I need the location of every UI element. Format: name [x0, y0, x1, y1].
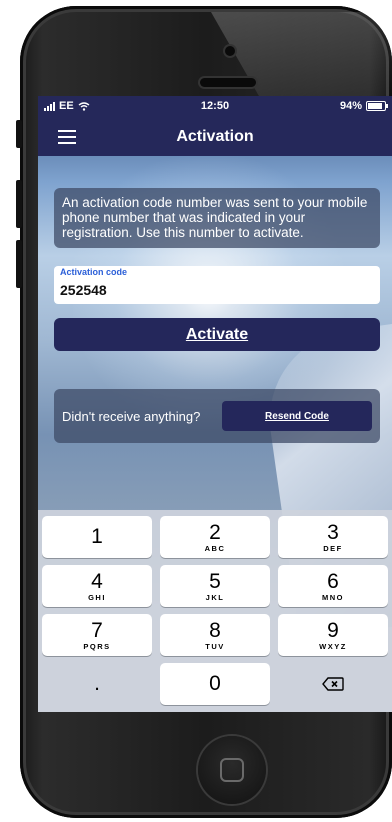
home-button[interactable] [198, 736, 266, 804]
key-number: 0 [209, 672, 221, 695]
status-bar: EE 12:50 94% [38, 96, 392, 118]
key-decimal[interactable]: . [42, 663, 152, 705]
key-number: . [94, 672, 100, 695]
key-letters: DEF [323, 544, 343, 553]
key-3[interactable]: 3 DEF [278, 516, 388, 558]
battery-percent: 94% [339, 100, 362, 112]
activate-button[interactable]: Activate [54, 318, 380, 351]
activation-code-input[interactable] [60, 282, 360, 298]
battery-icon [366, 101, 388, 111]
backspace-icon [322, 677, 344, 691]
home-square-icon [220, 758, 244, 782]
key-number: 1 [91, 525, 103, 548]
glass-reflection [211, 12, 392, 104]
key-number: 2 [209, 521, 221, 544]
key-letters: GHI [88, 593, 106, 602]
key-8[interactable]: 8 TUV [160, 614, 270, 656]
volume-down-button [16, 240, 22, 288]
activation-code-field[interactable]: Activation code [54, 266, 380, 304]
key-number: 6 [327, 570, 339, 593]
key-1[interactable]: 1 [42, 516, 152, 558]
key-letters: PQRS [83, 642, 111, 651]
front-camera [225, 46, 235, 56]
key-4[interactable]: 4 GHI [42, 565, 152, 607]
key-number: 5 [209, 570, 221, 593]
mute-switch [16, 120, 22, 148]
key-number: 7 [91, 619, 103, 642]
key-0[interactable]: 0 [160, 663, 270, 705]
status-time: 12:50 [200, 100, 230, 112]
key-9[interactable]: 9 WXYZ [278, 614, 388, 656]
key-letters: TUV [205, 642, 225, 651]
key-number: 9 [327, 619, 339, 642]
key-2[interactable]: 2 ABC [160, 516, 270, 558]
page-title: Activation [176, 128, 254, 145]
volume-up-button [16, 180, 22, 228]
resend-panel: Didn't receive anything? Resend Code [54, 389, 380, 443]
resend-prompt: Didn't receive anything? [62, 409, 201, 424]
key-7[interactable]: 7 PQRS [42, 614, 152, 656]
key-letters: ABC [204, 544, 226, 553]
key-number: 8 [209, 619, 221, 642]
key-6[interactable]: 6 MNO [278, 565, 388, 607]
key-number: 4 [91, 570, 103, 593]
resend-code-button[interactable]: Resend Code [222, 401, 372, 431]
key-5[interactable]: 5 JKL [160, 565, 270, 607]
activation-code-label: Activation code [60, 267, 128, 277]
key-letters: WXYZ [319, 642, 347, 651]
status-right: 94% [339, 100, 388, 112]
app-bar: Activation [38, 118, 392, 156]
key-backspace[interactable] [278, 663, 388, 705]
key-letters: JKL [205, 593, 225, 602]
key-letters: MNO [322, 593, 344, 602]
activation-message: An activation code number was sent to yo… [54, 188, 380, 248]
earpiece-speaker [200, 78, 256, 87]
app-screen: EE 12:50 94% Activation An activation co… [38, 96, 392, 712]
numeric-keypad: 1 2 ABC 3 DEF 4 GHI 5 JKL 6 MNO 7 PQRS 8… [38, 510, 392, 712]
key-number: 3 [327, 521, 339, 544]
